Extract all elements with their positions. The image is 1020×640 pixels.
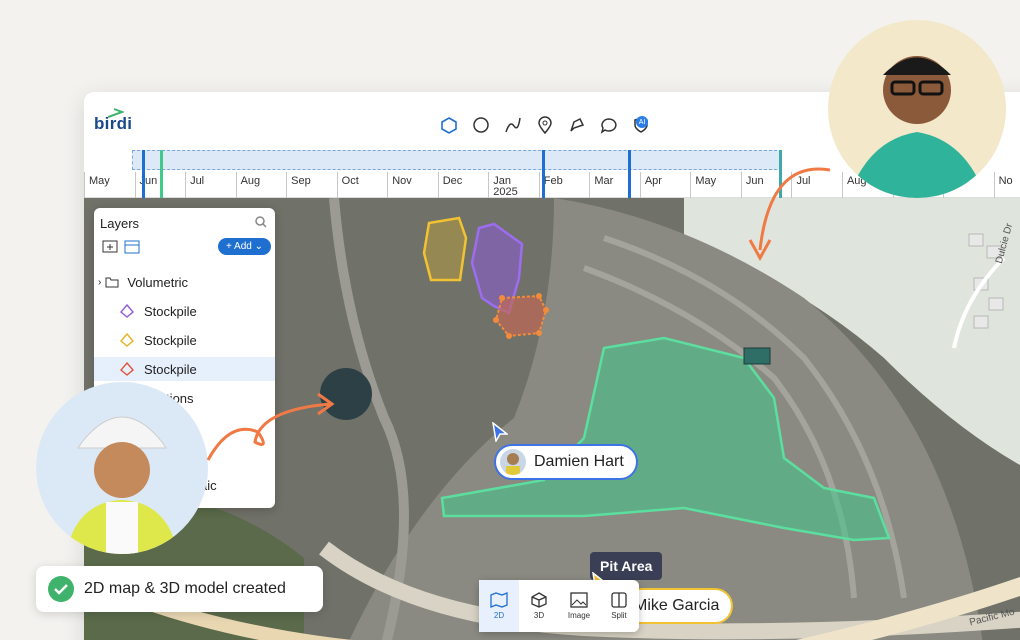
view-switcher: 2D 3D Image Split xyxy=(479,580,639,632)
toast-text: 2D map & 3D model created xyxy=(84,580,286,597)
calendar-icon[interactable] xyxy=(124,238,140,254)
layer-label: Stockpile xyxy=(144,361,197,377)
timeline-marker[interactable] xyxy=(160,150,163,198)
new-folder-icon[interactable] xyxy=(102,238,118,254)
arrow-icon xyxy=(206,392,335,461)
cursor-blue-icon xyxy=(492,422,508,442)
layer-tools xyxy=(102,238,140,254)
comment-icon[interactable] xyxy=(598,114,620,136)
arrow-icon xyxy=(748,167,831,262)
timeline-month[interactable]: Nov xyxy=(387,172,438,198)
cube-icon xyxy=(531,592,547,608)
layer-folder-volumetric[interactable]: › Volumetric xyxy=(94,270,275,294)
avatar-worker xyxy=(36,382,208,554)
timeline-month[interactable]: Jul xyxy=(185,172,236,198)
timeline-range[interactable] xyxy=(132,150,782,170)
volume-icon xyxy=(120,304,134,318)
check-icon xyxy=(48,576,74,602)
stockpile-orange[interactable] xyxy=(494,294,548,338)
drawing-toolbar xyxy=(438,114,652,136)
volume-icon xyxy=(120,362,134,376)
view-label: 2D xyxy=(493,611,505,620)
split-icon xyxy=(611,592,627,608)
line-icon[interactable] xyxy=(502,114,524,136)
user-name: Mike Garcia xyxy=(634,597,720,614)
timeline-month[interactable]: Mar xyxy=(589,172,640,198)
layer-folder-label: Volumetric xyxy=(127,274,189,290)
pin-icon[interactable] xyxy=(534,114,556,136)
logo-arrow-icon xyxy=(108,108,124,118)
add-layer-button[interactable]: + Add ⌄ xyxy=(217,238,271,255)
view-image-button[interactable]: Image xyxy=(559,580,599,632)
timeline-month[interactable]: Dec xyxy=(437,172,489,198)
stockpile-yellow[interactable] xyxy=(422,216,468,282)
image-icon xyxy=(570,592,588,608)
layer-label: Stockpile xyxy=(144,303,197,319)
timeline-month[interactable]: Aug xyxy=(235,172,287,198)
view-split-button[interactable]: Split xyxy=(599,580,639,632)
polygon-icon[interactable] xyxy=(438,114,460,136)
map-icon xyxy=(490,592,508,608)
success-toast: 2D map & 3D model created xyxy=(36,566,323,612)
view-2d-button[interactable]: 2D xyxy=(479,580,519,632)
layer-item-stockpile[interactable]: Stockpile xyxy=(94,357,275,381)
timeline-month[interactable]: May xyxy=(84,172,135,198)
timeline-month[interactable]: Feb xyxy=(538,172,590,198)
user-tag-damien[interactable]: Damien Hart xyxy=(494,444,638,480)
ai-badge: AI xyxy=(636,116,648,128)
timeline-month[interactable]: Apr xyxy=(639,172,691,198)
view-label: 3D xyxy=(533,611,545,620)
timeline-month[interactable]: Sep xyxy=(286,172,337,198)
layer-item-stockpile[interactable]: Stockpile xyxy=(94,328,275,352)
timeline-month[interactable]: No xyxy=(993,172,1020,198)
timeline-marker[interactable] xyxy=(142,150,145,198)
folder-icon xyxy=(105,277,119,288)
timeline-month[interactable]: Jan 2025 xyxy=(488,172,539,198)
view-label: Image xyxy=(567,611,591,620)
timeline-month[interactable]: Oct xyxy=(336,172,388,198)
chevron-right-icon[interactable]: › xyxy=(98,277,101,288)
layers-title: Layers xyxy=(100,216,140,231)
timeline-marker[interactable] xyxy=(542,150,545,198)
layer-item-stockpile[interactable]: Stockpile xyxy=(94,299,275,323)
circle-icon[interactable] xyxy=(470,114,492,136)
view-label: Split xyxy=(611,611,627,620)
search-icon[interactable] xyxy=(255,216,267,228)
avatar-man-glasses xyxy=(828,20,1006,198)
user-name: Damien Hart xyxy=(534,453,624,470)
volume-icon xyxy=(120,333,134,347)
timeline-marker[interactable] xyxy=(628,150,631,198)
add-label: + Add xyxy=(225,241,252,252)
avatar xyxy=(500,449,526,475)
birdi-logo[interactable]: birdi xyxy=(94,108,132,134)
pen-icon[interactable] xyxy=(566,114,588,136)
layer-label: Stockpile xyxy=(144,332,197,348)
view-3d-button[interactable]: 3D xyxy=(519,580,559,632)
